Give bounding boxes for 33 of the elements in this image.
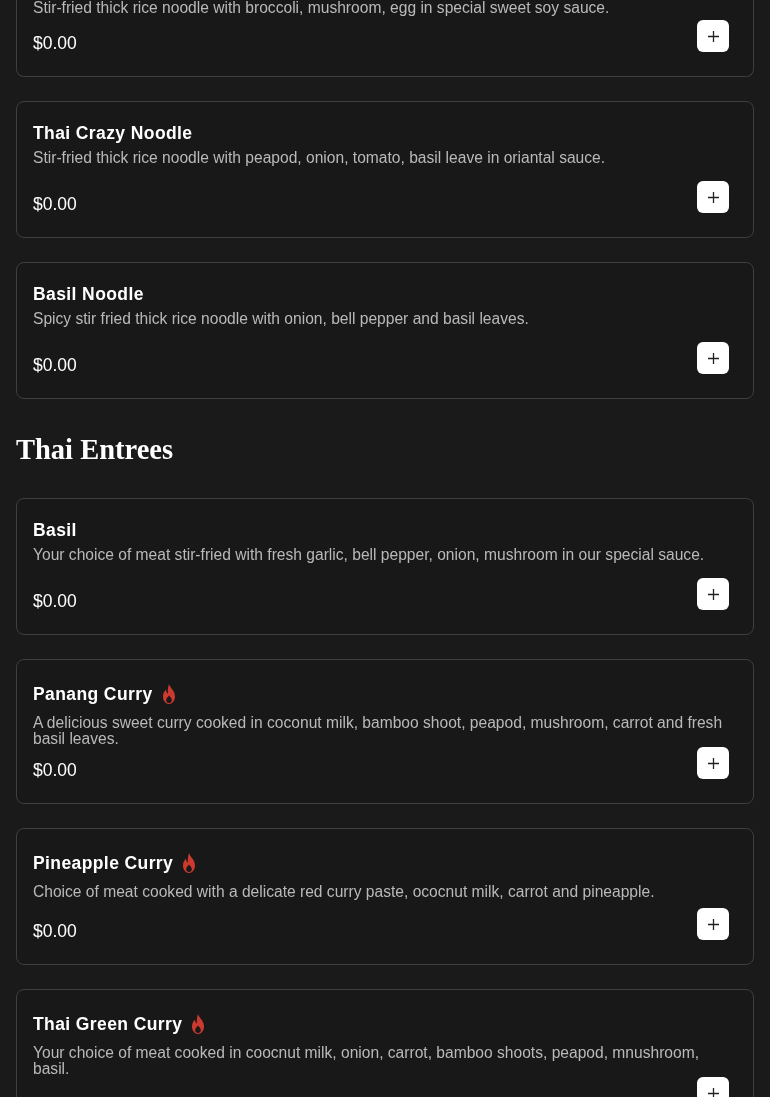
item-name: Thai Crazy Noodle [33,123,193,143]
add-button[interactable] [697,181,729,213]
item-name: Pineapple Curry [33,853,174,873]
item-description: Your choice of meat cooked in coocnut milk, onion, carrot, bamboo shoots, peapod, mnushroom, basil. [33,1045,700,1077]
add-button[interactable] [697,342,729,374]
add-button[interactable] [697,747,729,779]
add-button[interactable] [697,908,729,940]
item-price: $0.00 [33,922,77,940]
plus-icon [707,588,719,600]
plus-icon [707,918,719,930]
plus-icon [707,757,719,769]
item-name: Basil [33,520,77,540]
item-description: Stir-fried thick rice noodle with broccoli, mushroom, egg in special sweet soy sauce. [33,0,611,16]
plus-icon [707,30,719,42]
item-price: $0.00 [33,761,77,779]
item-name: Panang Curry [33,684,153,704]
add-button[interactable] [697,20,729,52]
item-description: Choice of meat cooked with a delicate red curry paste, ococnut milk, carrot and pineapple. [33,884,656,900]
item-price: $0.00 [33,592,77,610]
item-description: Your choice of meat stir-fried with fresh garlic, bell pepper, onion, mushroom in our special sauce. [33,547,706,563]
section-heading: Thai Entrees [16,434,174,466]
plus-icon [707,191,719,203]
item-description: A delicious sweet curry cooked in coconut milk, bamboo shoot, peapod, mushroom, carrot and fresh basil leaves. [33,715,724,747]
item-price: $0.00 [33,356,77,374]
item-price: $0.00 [33,34,77,52]
item-name: Thai Green Curry [33,1014,183,1034]
plus-icon [707,352,719,364]
plus-icon [707,1087,719,1097]
item-name: Basil Noodle [33,284,144,304]
item-price: $0.00 [33,195,77,213]
item-description: Stir-fried thick rice noodle with peapod, onion, tomato, basil leave in oriantal sauce. [33,150,607,166]
add-button[interactable] [697,578,729,610]
item-description: Spicy stir fried thick rice noodle with onion, bell pepper and basil leaves. [33,311,530,327]
